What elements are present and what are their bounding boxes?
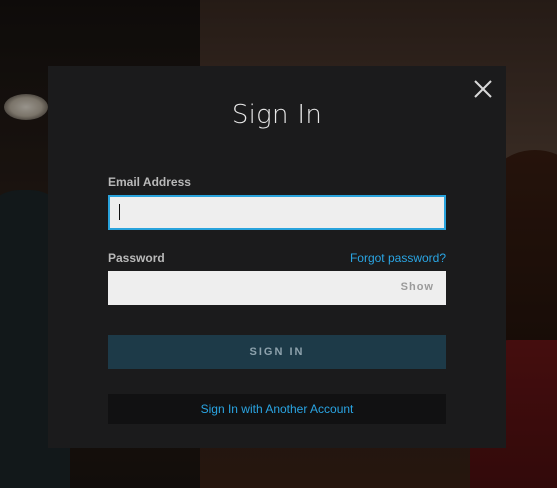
email-label: Email Address — [108, 175, 191, 189]
forgot-password-link[interactable]: Forgot password? — [300, 251, 446, 265]
dialog-title: Sign In — [231, 100, 323, 130]
email-field[interactable] — [108, 195, 446, 230]
text-caret — [119, 204, 120, 220]
sign-in-button[interactable]: SIGN IN — [108, 335, 446, 369]
close-icon — [474, 80, 492, 98]
password-label: Password — [108, 251, 165, 265]
show-password-toggle[interactable]: Show — [386, 281, 434, 293]
sign-in-another-account-button[interactable]: Sign In with Another Account — [108, 394, 446, 424]
close-button[interactable] — [472, 78, 494, 100]
